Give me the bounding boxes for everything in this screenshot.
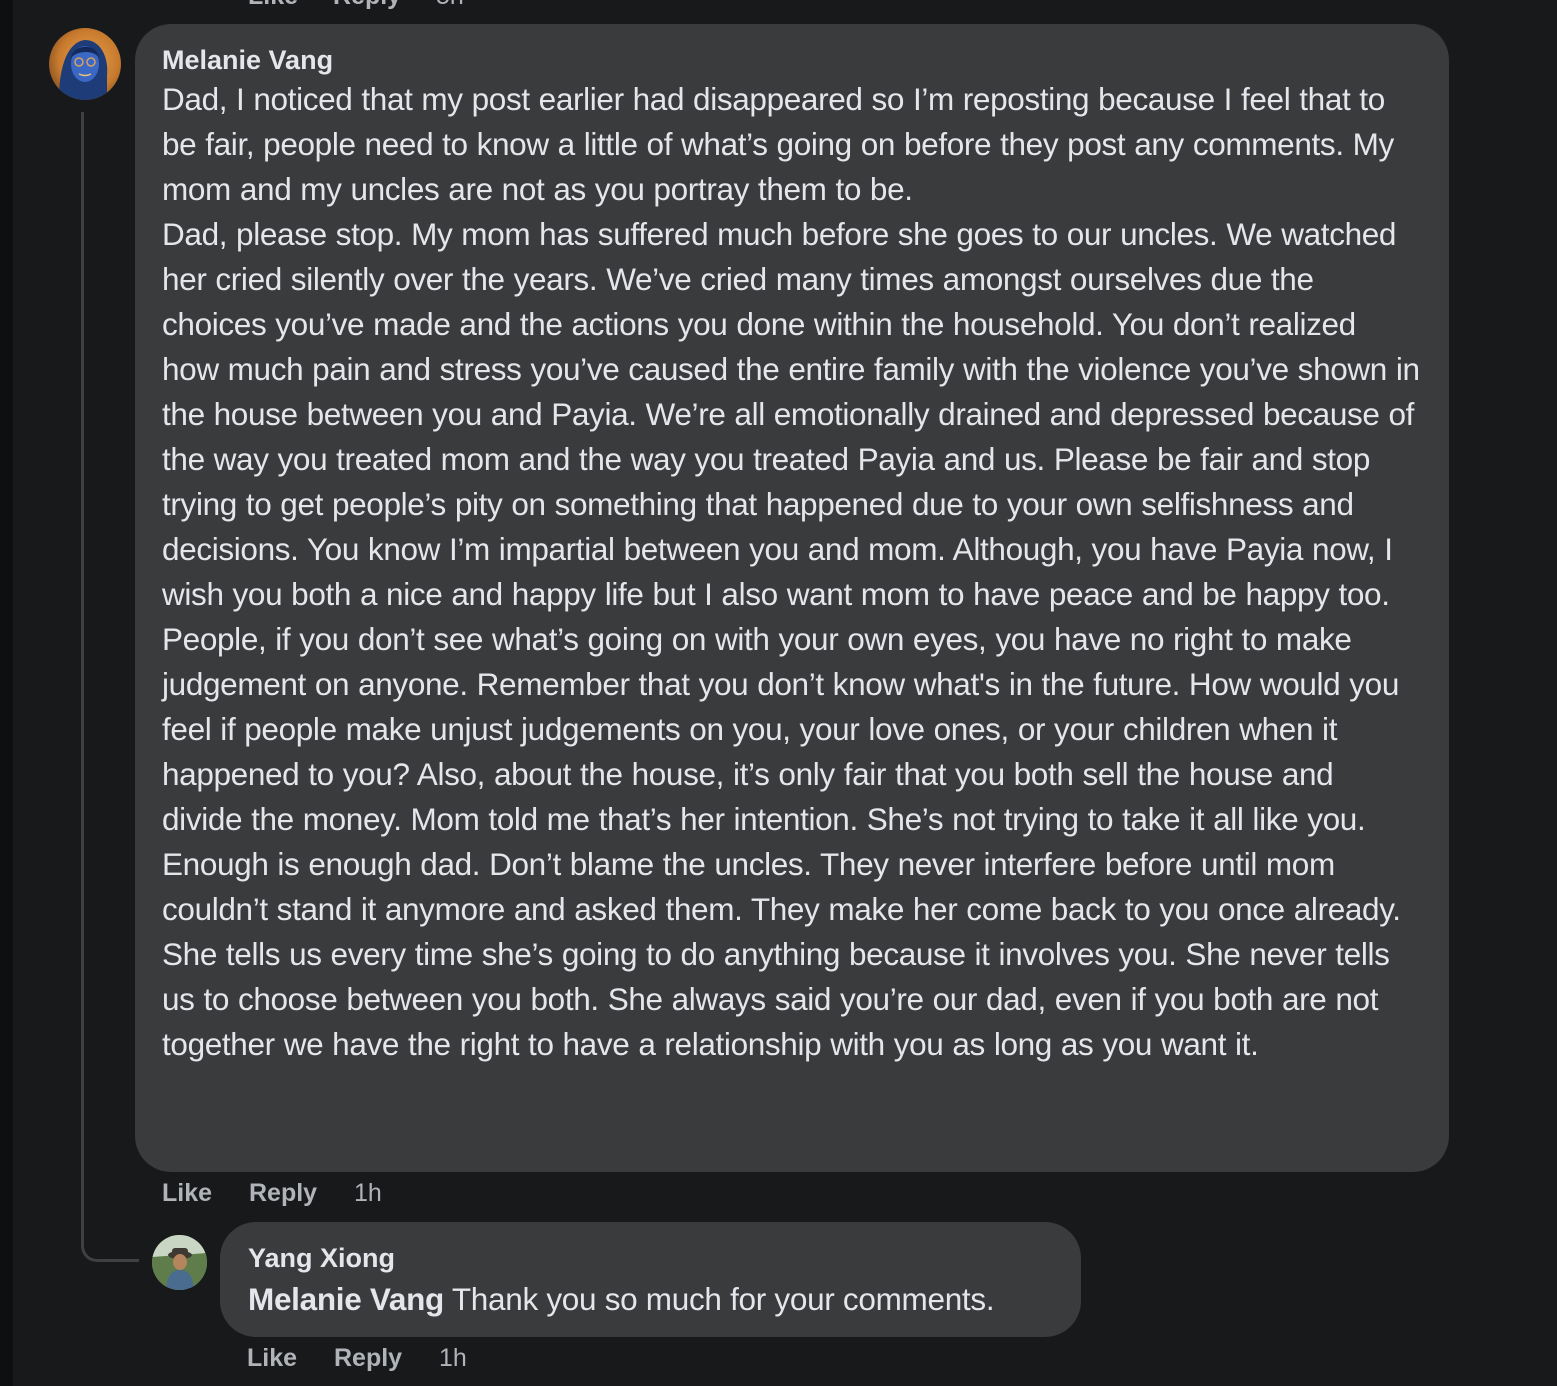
reply-text: Thank you so much for your comments. <box>443 1281 995 1317</box>
reply-button[interactable]: Reply <box>249 1178 317 1208</box>
thread-line <box>81 112 84 1248</box>
comment-timestamp[interactable]: 1h <box>354 1178 382 1208</box>
previous-like-button[interactable]: Like <box>248 0 298 10</box>
like-button[interactable]: Like <box>162 1178 212 1208</box>
comment-author[interactable]: Melanie Vang <box>162 44 1421 76</box>
comments-thread: Like Reply 5h Melanie Vang <box>0 0 1557 1386</box>
reply-actions: Like Reply 1h <box>247 1343 467 1373</box>
previous-reply-button[interactable]: Reply <box>333 0 401 10</box>
previous-comment-actions: Like Reply 5h <box>248 0 492 11</box>
reply-timestamp[interactable]: 1h <box>439 1343 467 1373</box>
reply-author[interactable]: Yang Xiong <box>248 1242 1061 1274</box>
reply-mention[interactable]: Melanie Vang <box>248 1281 444 1317</box>
left-edge <box>0 0 13 1386</box>
avatar-yang-xiong[interactable] <box>152 1235 207 1290</box>
comment-body: Dad, I noticed that my post earlier had … <box>162 77 1421 1067</box>
reply-like-button[interactable]: Like <box>247 1343 297 1373</box>
scroll-edge <box>1553 0 1557 1386</box>
comment-paragraph-1: Dad, I noticed that my post earlier had … <box>162 81 1394 207</box>
comment-actions: Like Reply 1h <box>162 1178 382 1208</box>
reply-body: Melanie Vang Thank you so much for your … <box>248 1277 1061 1322</box>
comment-bubble-melanie-vang: Melanie Vang Dad, I noticed that my post… <box>135 24 1449 1172</box>
thread-line-branch <box>81 1226 139 1262</box>
comment-paragraph-2: Dad, please stop. My mom has suffered mu… <box>162 216 1420 1062</box>
reply-reply-button[interactable]: Reply <box>334 1343 402 1373</box>
comment-bubble-yang-xiong: Yang Xiong Melanie Vang Thank you so muc… <box>220 1222 1081 1337</box>
previous-timestamp[interactable]: 5h <box>436 0 464 10</box>
avatar-melanie-vang[interactable] <box>49 28 121 100</box>
